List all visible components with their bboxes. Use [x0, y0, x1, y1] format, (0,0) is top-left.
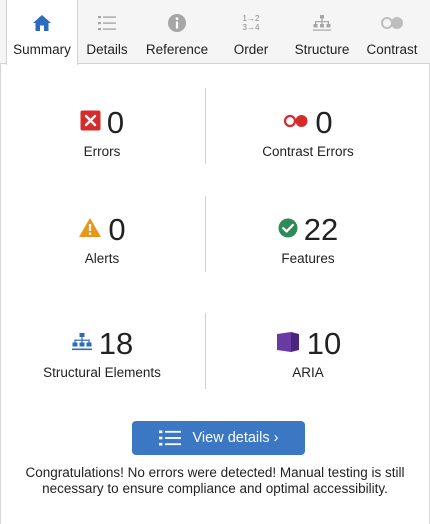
stat-alerts: 0 Alerts [0, 213, 204, 266]
list-icon [158, 430, 181, 446]
stat-structural-elements: 18 Structural Elements [0, 326, 204, 381]
alerts-count: 0 [108, 212, 126, 247]
structural-label: Structural Elements [43, 365, 161, 380]
structural-count: 18 [98, 326, 134, 361]
tab-reference-label: Reference [145, 42, 209, 57]
tab-summary[interactable]: Summary [6, 0, 78, 65]
check-circle-icon [278, 218, 298, 243]
structure-icon [312, 12, 332, 34]
stat-errors: 0 Errors [0, 106, 204, 159]
view-details-button[interactable]: View details › [132, 421, 305, 455]
tab-structure-label: Structure [294, 42, 350, 57]
tab-structure[interactable]: Structure [284, 0, 360, 64]
features-label: Features [281, 251, 335, 266]
home-icon [32, 12, 52, 34]
tab-summary-label: Summary [13, 42, 71, 57]
alerts-label: Alerts [84, 251, 120, 266]
alert-triangle-icon [78, 217, 102, 243]
error-x-icon [80, 110, 101, 136]
list-icon [97, 12, 117, 34]
info-icon [167, 12, 187, 34]
contrast-error-icon [283, 114, 309, 133]
errors-label: Errors [83, 144, 121, 159]
order-icon-bottom: 3→4 [242, 23, 260, 32]
features-count: 22 [303, 212, 339, 247]
tab-order[interactable]: 1→2 3→4 Order [218, 0, 284, 64]
result-message: Congratulations! No errors were detected… [25, 465, 405, 496]
contrast-icon [380, 12, 404, 34]
structure-icon [71, 332, 93, 357]
order-icon-top: 1→2 [242, 14, 260, 23]
tab-order-label: Order [233, 42, 269, 57]
tab-contrast-label: Contrast [366, 42, 418, 57]
order-icon: 1→2 3→4 [243, 12, 260, 34]
tab-bar: Summary Details Reference 1→2 3→4 Order … [0, 0, 430, 65]
aria-count: 10 [306, 326, 342, 361]
stat-features: 22 Features [206, 213, 410, 266]
aria-icon [275, 331, 301, 358]
tab-details-label: Details [86, 42, 128, 57]
view-details-label: View details › [192, 430, 279, 446]
stat-contrast-errors: 0 Contrast Errors [206, 105, 410, 160]
tab-reference[interactable]: Reference [136, 0, 218, 64]
tab-details[interactable]: Details [78, 0, 136, 64]
tab-contrast[interactable]: Contrast [360, 0, 424, 64]
contrast-errors-count: 0 [315, 105, 333, 140]
errors-count: 0 [106, 105, 125, 140]
stat-aria: 10 ARIA [206, 327, 410, 380]
contrast-errors-label: Contrast Errors [262, 144, 354, 159]
aria-label: ARIA [292, 365, 324, 380]
